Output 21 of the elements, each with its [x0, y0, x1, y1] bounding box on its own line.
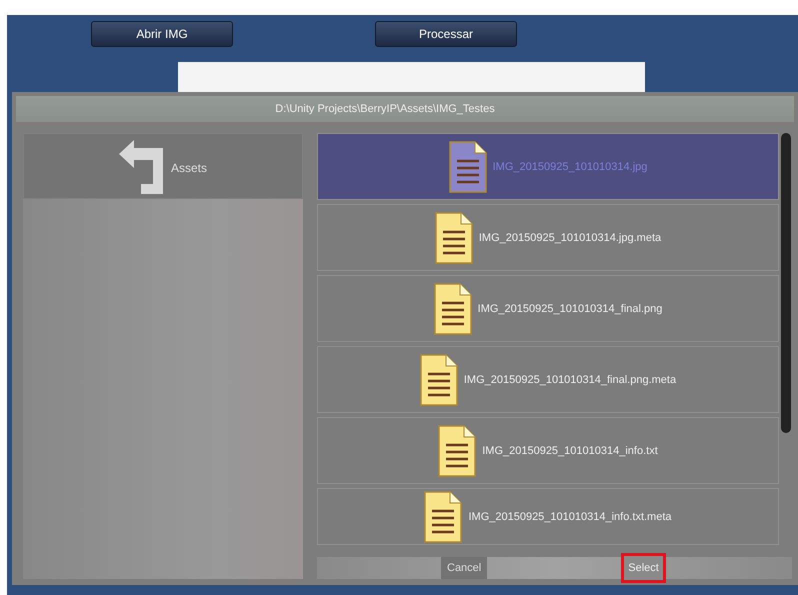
- file-row[interactable]: IMG_20150925_101010314_final.png.meta: [317, 346, 779, 413]
- text-field[interactable]: [178, 62, 645, 92]
- return-arrow-icon: [118, 140, 163, 194]
- document-icon: [420, 354, 458, 406]
- document-icon: [434, 282, 472, 334]
- up-folder-button[interactable]: Assets: [23, 133, 303, 199]
- toolbar-button[interactable]: Abrir IMG: [91, 21, 233, 47]
- toolbar-button[interactable]: Processar: [375, 21, 517, 47]
- file-row[interactable]: IMG_20150925_101010314.jpg: [317, 133, 779, 200]
- cancel-button[interactable]: Cancel: [441, 557, 488, 579]
- file-row[interactable]: IMG_20150925_101010314.jpg.meta: [317, 204, 779, 271]
- select-button[interactable]: Select: [621, 553, 666, 583]
- file-row[interactable]: IMG_20150925_101010314_info.txt: [317, 417, 779, 484]
- file-row[interactable]: IMG_20150925_101010314_final.png: [317, 275, 779, 342]
- document-icon: [434, 212, 473, 264]
- document-icon: [424, 490, 462, 542]
- document-icon: [438, 424, 476, 476]
- scrollbar[interactable]: [781, 133, 791, 433]
- path-bar: D:\Unity Projects\BerryIP\Assets\IMG_Testes: [16, 96, 794, 122]
- file-row[interactable]: IMG_20150925_101010314_info.txt.meta: [317, 488, 779, 545]
- document-icon: [448, 140, 487, 192]
